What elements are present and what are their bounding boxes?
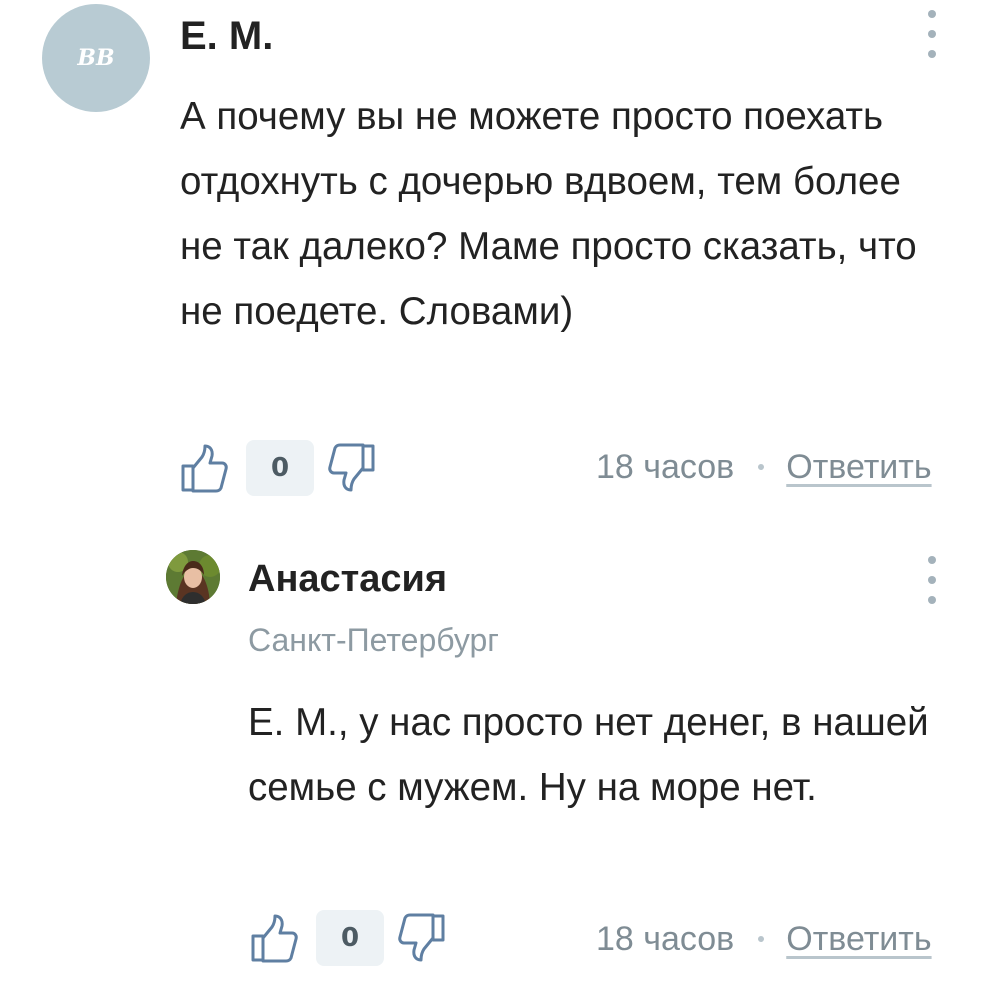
comment-time: 18 часов — [596, 919, 735, 958]
score-badge: 0 — [246, 440, 314, 496]
comment-meta: 18 часов Ответить — [596, 442, 932, 492]
comment-meta: 18 часов Ответить — [596, 914, 932, 964]
comment-actions: 0 — [178, 438, 378, 498]
separator-dot — [758, 936, 765, 942]
comment-text: Е. М., у нас просто нет денег, в нашей с… — [248, 701, 929, 809]
avatar[interactable] — [166, 550, 220, 604]
comment-text: А почему вы не можете просто поехать отд… — [180, 95, 917, 333]
avatar[interactable]: ВВ — [42, 4, 150, 112]
separator-dot — [758, 464, 765, 470]
comment-author[interactable]: Анастасия — [248, 558, 447, 601]
score-badge: 0 — [316, 910, 384, 966]
comment-actions: 0 — [248, 908, 448, 968]
comment-author[interactable]: Е. М. — [180, 14, 273, 59]
comment-time: 18 часов — [596, 447, 735, 486]
thumbs-up-icon[interactable] — [248, 911, 302, 965]
thumbs-down-icon[interactable] — [394, 911, 448, 965]
author-location: Санкт-Петербург — [248, 622, 499, 658]
thumbs-down-icon[interactable] — [324, 441, 378, 495]
thumbs-up-icon[interactable] — [178, 441, 232, 495]
reply-link[interactable]: Ответить — [786, 448, 931, 487]
more-vertical-icon[interactable] — [922, 10, 942, 58]
reply-link[interactable]: Ответить — [786, 920, 931, 959]
more-vertical-icon[interactable] — [922, 556, 942, 604]
